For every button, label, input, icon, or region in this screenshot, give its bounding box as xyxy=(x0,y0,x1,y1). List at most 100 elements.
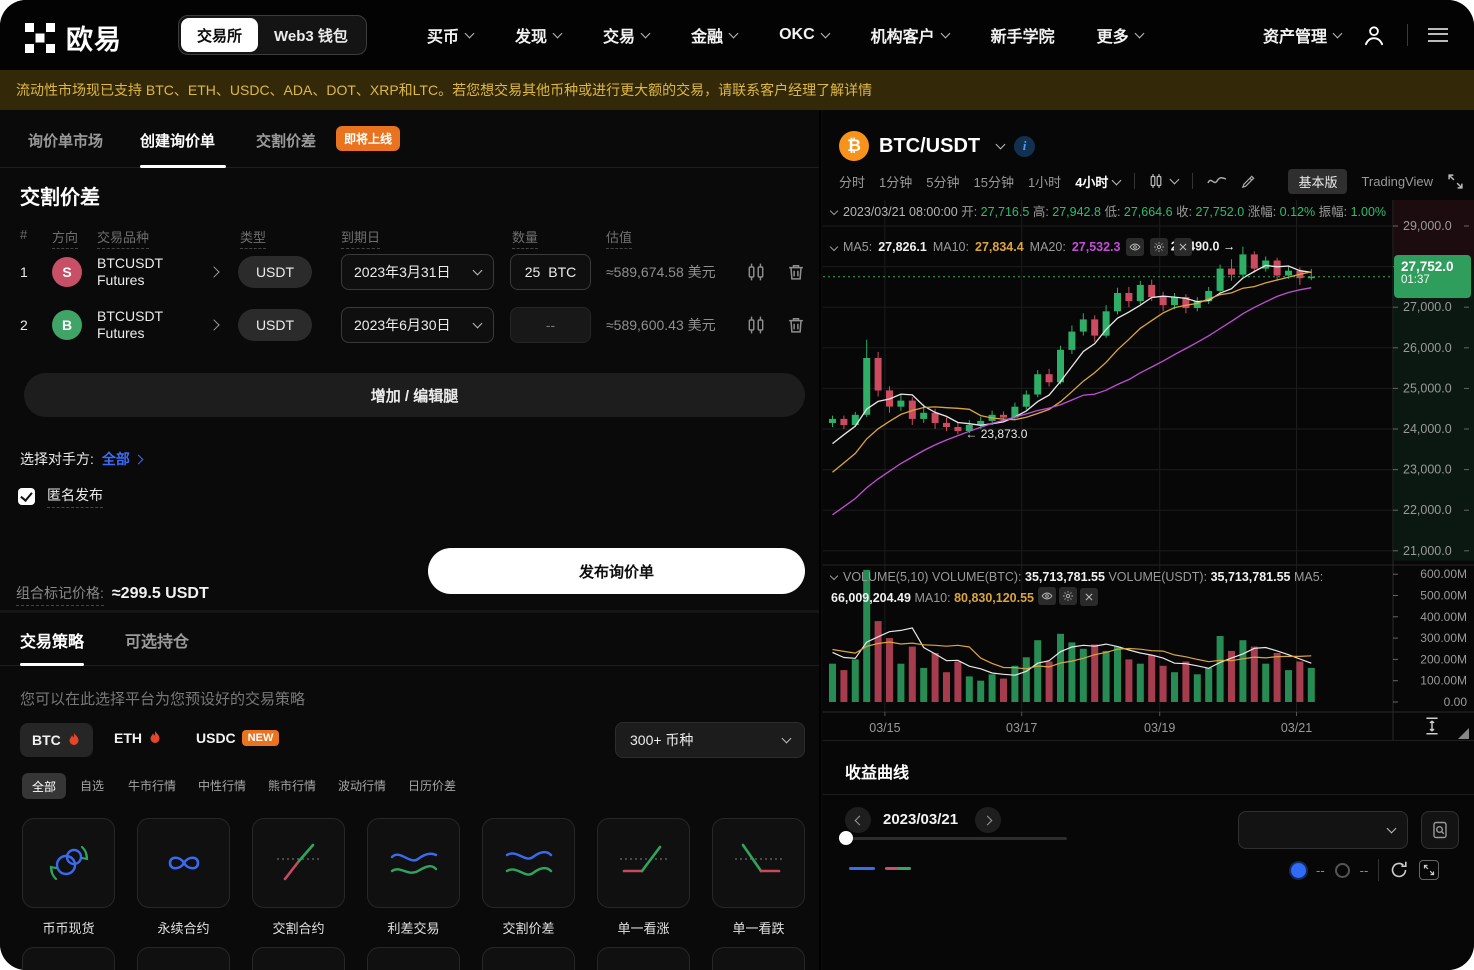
toggle-exchange[interactable]: 交易所 xyxy=(181,18,258,52)
date-slider-thumb[interactable] xyxy=(839,831,853,845)
coin-chip-usdc[interactable]: USDC NEW xyxy=(196,730,279,746)
nav-institutional[interactable]: 机构客户 xyxy=(871,23,949,47)
radio-unselected[interactable] xyxy=(1335,863,1350,878)
nav-assets[interactable]: 资产管理 xyxy=(1263,23,1341,47)
expiry-select[interactable]: 2023年3月31日 xyxy=(341,254,494,290)
expiry-select[interactable]: 2023年6月30日 xyxy=(341,307,494,343)
filter-favorites[interactable]: 自选 xyxy=(80,777,104,794)
filter-neutral[interactable]: 中性行情 xyxy=(198,777,246,794)
card-row2[interactable] xyxy=(712,947,805,970)
tab-trade-strategies[interactable]: 交易策略 xyxy=(20,628,84,652)
fullscreen-icon[interactable] xyxy=(1447,173,1464,190)
radio-selected[interactable] xyxy=(1291,863,1306,878)
card-single-call[interactable] xyxy=(597,818,690,908)
tab-optional-positions[interactable]: 可选持仓 xyxy=(125,628,189,652)
svg-text:24,000.0: 24,000.0 xyxy=(1403,422,1452,436)
card-delivery-spread[interactable] xyxy=(482,818,575,908)
add-edit-leg-button[interactable]: 增加 / 编辑腿 xyxy=(24,373,805,417)
close-icon[interactable] xyxy=(1080,588,1098,606)
card-row2[interactable] xyxy=(597,947,690,970)
eye-icon[interactable] xyxy=(1038,587,1056,605)
tf-5m[interactable]: 5分钟 xyxy=(926,172,959,191)
leg-instrument[interactable]: BTCUSDTFutures xyxy=(97,255,163,289)
card-futures[interactable] xyxy=(252,818,345,908)
candle-style-icon[interactable] xyxy=(1149,173,1163,189)
chart-candle-icon[interactable] xyxy=(746,262,766,282)
refresh-icon[interactable] xyxy=(1389,860,1409,880)
card-row2[interactable] xyxy=(137,947,230,970)
nav-discover[interactable]: 发现 xyxy=(515,23,561,47)
anonymous-checkbox[interactable] xyxy=(18,488,35,505)
chart-panel: ₿ BTC/USDT i 分时 1分钟 5分钟 15分钟 1小时 4小时 xyxy=(823,110,1474,740)
card-label: 单一看跌 xyxy=(712,918,805,937)
filter-bear[interactable]: 熊市行情 xyxy=(268,777,316,794)
counterparty-all-link[interactable]: 全部 xyxy=(102,449,130,469)
tf-4h-active[interactable]: 4小时 xyxy=(1075,172,1120,191)
draw-tool-icon[interactable] xyxy=(1241,174,1256,189)
eye-icon[interactable] xyxy=(1126,238,1144,256)
tab-delivery-spread[interactable]: 交割价差 xyxy=(256,130,316,151)
info-icon[interactable]: i xyxy=(1014,136,1035,157)
nav-okc[interactable]: OKC xyxy=(779,26,829,44)
card-rate-arbitrage[interactable] xyxy=(367,818,460,908)
gear-icon[interactable] xyxy=(1150,238,1168,256)
chevron-right-icon[interactable] xyxy=(208,319,219,330)
leg-type-pill[interactable]: USDT xyxy=(238,309,312,341)
delete-leg-icon[interactable] xyxy=(786,262,806,282)
close-icon[interactable] xyxy=(1174,238,1192,256)
card-spot[interactable] xyxy=(22,818,115,908)
chevron-right-icon[interactable] xyxy=(208,266,219,277)
user-profile-icon[interactable] xyxy=(1361,22,1387,48)
card-single-put[interactable] xyxy=(712,818,805,908)
basic-version-tab[interactable]: 基本版 xyxy=(1288,169,1347,194)
card-row2[interactable] xyxy=(252,947,345,970)
filter-bull[interactable]: 牛市行情 xyxy=(128,777,176,794)
leg-instrument[interactable]: BTCUSDTFutures xyxy=(97,308,163,342)
coin-chip-eth[interactable]: ETH xyxy=(114,730,162,746)
card-row2[interactable] xyxy=(367,947,460,970)
chevron-down-icon[interactable] xyxy=(996,140,1006,150)
menu-icon[interactable] xyxy=(1428,28,1448,42)
expand-icon[interactable] xyxy=(1419,860,1439,880)
filter-volatile[interactable]: 波动行情 xyxy=(338,777,386,794)
toggle-web3-wallet[interactable]: Web3 钱包 xyxy=(258,25,364,46)
filter-all[interactable]: 全部 xyxy=(22,773,66,799)
filter-calendar-spread[interactable]: 日历价差 xyxy=(408,777,456,794)
nav-buy-crypto[interactable]: 买币 xyxy=(427,23,473,47)
tradingview-tab[interactable]: TradingView xyxy=(1361,174,1433,189)
nav-trade[interactable]: 交易 xyxy=(603,23,649,47)
nav-finance[interactable]: 金融 xyxy=(691,23,737,47)
search-doc-button[interactable] xyxy=(1421,811,1459,849)
card-row2[interactable] xyxy=(482,947,575,970)
delete-leg-icon[interactable] xyxy=(786,315,806,335)
tf-time[interactable]: 分时 xyxy=(839,172,865,191)
publish-rfq-button[interactable]: 发布询价单 xyxy=(428,548,805,594)
nav-academy[interactable]: 新手学院 xyxy=(991,23,1055,47)
strategy-select[interactable] xyxy=(1238,811,1408,849)
coin-chip-btc[interactable]: BTC xyxy=(20,723,93,757)
prev-date-button[interactable] xyxy=(845,807,871,833)
tf-1h[interactable]: 1小时 xyxy=(1028,172,1061,191)
card-perpetual[interactable] xyxy=(137,818,230,908)
line-chart-icon[interactable] xyxy=(1207,175,1227,187)
gear-icon[interactable] xyxy=(1059,587,1077,605)
resize-corner[interactable] xyxy=(1458,728,1469,739)
leg-type-pill[interactable]: USDT xyxy=(238,256,312,288)
quantity-input[interactable]: 25BTC xyxy=(510,254,591,290)
tf-1m[interactable]: 1分钟 xyxy=(879,172,912,191)
tab-create-rfq[interactable]: 创建询价单 xyxy=(140,130,215,151)
chevron-down-icon[interactable] xyxy=(1170,175,1180,185)
coin-count-dropdown[interactable]: 300+ 币种 xyxy=(615,722,805,758)
symbol-name[interactable]: BTC/USDT xyxy=(879,135,980,158)
chart-candle-icon[interactable] xyxy=(746,315,766,335)
date-slider-track[interactable] xyxy=(845,837,1067,840)
next-date-button[interactable] xyxy=(975,807,1001,833)
tab-rfq-market[interactable]: 询价单市场 xyxy=(28,130,103,151)
candlestick-chart[interactable]: 欧易← 23,873.028,490.0 →29,000.028,000.027… xyxy=(823,200,1474,740)
measure-axis-icon[interactable] xyxy=(1423,716,1441,736)
quantity-input[interactable]: -- xyxy=(510,307,591,343)
card-row2[interactable] xyxy=(22,947,115,970)
tf-15m[interactable]: 15分钟 xyxy=(973,172,1013,191)
brand[interactable]: 欧易 xyxy=(24,18,122,57)
nav-more[interactable]: 更多 xyxy=(1097,23,1143,47)
